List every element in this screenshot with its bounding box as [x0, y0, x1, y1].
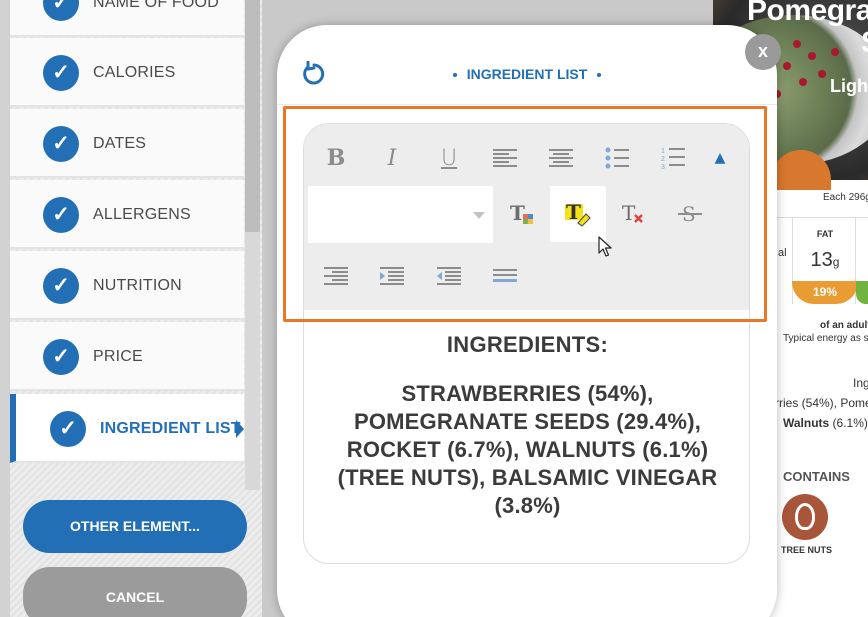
- sidebar-item-label: NAME OF FOOD: [93, 0, 219, 11]
- sidebar: ✓ NAME OF FOOD ✓ CALORIES ✓ DATES ✓ ALLE…: [0, 0, 262, 617]
- portion-size: Each 296g: [823, 192, 868, 203]
- dialog-divider: [277, 104, 777, 105]
- pomegranate-seed: [831, 48, 839, 56]
- check-icon: ✓: [43, 55, 79, 91]
- sidebar-edge: [0, 0, 10, 617]
- title-dot: [597, 73, 602, 78]
- pomegranate-seed: [808, 52, 816, 60]
- ingredients-label: Ing: [853, 376, 868, 390]
- sidebar-item-name-of-food[interactable]: ✓ NAME OF FOOD: [10, 0, 244, 37]
- check-icon: ✓: [43, 339, 79, 375]
- pomegranate-seed: [783, 62, 791, 70]
- fat-percent: 19%: [792, 281, 858, 304]
- pomegranate-seed: [799, 78, 807, 86]
- dialog-title-text: INGREDIENT LIST: [466, 66, 588, 82]
- next-nutrient-indicator: [856, 281, 868, 304]
- label-title: Pomegra: [747, 0, 868, 27]
- toolbar-highlight-frame: [283, 106, 767, 322]
- pomegranate-seed: [818, 70, 826, 78]
- check-icon: ✓: [43, 0, 79, 21]
- fat-nutrient-box: FAT 13g 19%: [792, 217, 858, 304]
- sidebar-scrollbar[interactable]: [245, 0, 260, 490]
- ingredients-heading: INGREDIENTS:: [446, 332, 609, 357]
- label-subtitle: Ligh: [830, 76, 868, 96]
- sidebar-item-ingredient-list[interactable]: ✓ INGREDIENT LIST: [10, 394, 244, 463]
- sidebar-item-price[interactable]: ✓ PRICE: [10, 322, 244, 391]
- contains-heading: CONTAINS: [783, 469, 850, 484]
- nutrition-cut-label: al: [778, 247, 787, 259]
- tree-nuts-icon: [782, 494, 828, 540]
- other-element-button[interactable]: OTHER ELEMENT...: [23, 500, 247, 553]
- allergen-bold-text: Walnuts: [783, 416, 830, 430]
- sidebar-item-allergens[interactable]: ✓ ALLERGENS: [10, 180, 244, 249]
- sidebar-item-label: NUTRITION: [93, 277, 182, 294]
- label-title-line2: S: [861, 26, 868, 60]
- fat-amount: 13: [810, 249, 833, 271]
- dialog-title: INGREDIENT LIST: [277, 66, 777, 82]
- close-button[interactable]: x: [745, 34, 781, 70]
- sidebar-item-label: CALORIES: [93, 64, 176, 81]
- mouse-cursor-icon: [598, 236, 612, 257]
- check-icon: ✓: [50, 411, 86, 447]
- title-dot: [452, 73, 457, 78]
- check-icon: ✓: [43, 126, 79, 162]
- editor-content[interactable]: INGREDIENTS: STRAWBERRIES (54%), POMEGRA…: [304, 310, 749, 520]
- ingredients-text-line: rries (54%), Pome: [775, 396, 868, 410]
- scrollbar-thumb[interactable]: [245, 0, 260, 232]
- sidebar-item-nutrition[interactable]: ✓ NUTRITION: [10, 251, 244, 320]
- ingredients-body-text: STRAWBERRIES (54%), POMEGRANATE SEEDS (2…: [337, 381, 718, 518]
- pomegranate-seed: [793, 40, 801, 48]
- reference-intake-note: of an adult: [820, 320, 868, 331]
- sidebar-item-label: PRICE: [93, 348, 143, 365]
- sidebar-item-label: DATES: [93, 135, 147, 152]
- fat-label: FAT: [816, 229, 834, 239]
- allergen-label: TREE NUTS: [781, 545, 833, 555]
- sidebar-item-calories[interactable]: ✓ CALORIES: [10, 38, 244, 107]
- sidebar-item-label: ALLERGENS: [93, 206, 191, 223]
- fat-value: 13g: [793, 249, 857, 272]
- active-arrow-icon: [236, 420, 244, 438]
- typical-energy-note: Typical energy as s: [783, 333, 868, 344]
- ingredients-text-rest: (6.1%): [829, 416, 868, 430]
- sidebar-item-label: INGREDIENT LIST: [100, 420, 241, 437]
- check-icon: ✓: [43, 268, 79, 304]
- cancel-button[interactable]: CANCEL: [23, 567, 247, 617]
- sidebar-item-dates[interactable]: ✓ DATES: [10, 109, 244, 178]
- ingredients-text-line: Walnuts (6.1%): [783, 416, 868, 430]
- check-icon: ✓: [43, 197, 79, 233]
- fat-unit: g: [832, 255, 840, 269]
